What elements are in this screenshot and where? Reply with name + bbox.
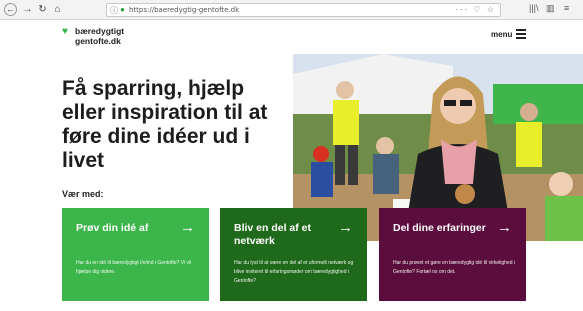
section-label: Vær med: xyxy=(62,189,104,199)
logo-line-2: gentofte.dk xyxy=(75,36,121,46)
card-try-idea[interactable]: Prøv din idé af → Har du en idé til bære… xyxy=(62,208,209,301)
card-text: Har du lyst til at være en del af et ufo… xyxy=(234,260,354,284)
page: ♥ bæredygtigt gentofte.dk menu Få sparri… xyxy=(0,21,583,311)
library-icon[interactable]: |||\ xyxy=(529,3,539,13)
card-text: Har du en idé til bæredygtigt i/e/ind i … xyxy=(76,260,192,275)
site-logo[interactable]: bæredygtigt gentofte.dk xyxy=(75,26,124,46)
reload-icon[interactable]: ↻ xyxy=(36,3,49,16)
sidebar-icon[interactable]: ▥ xyxy=(546,3,555,14)
arrow-right-icon[interactable]: → xyxy=(180,220,195,235)
url-text[interactable]: https://baeredygtig-gentofte.dk xyxy=(129,6,239,14)
browser-menu-icon[interactable]: ≡ xyxy=(564,3,569,13)
arrow-right-icon[interactable]: → xyxy=(338,220,353,235)
hero-headline: Få sparring, hjælp eller inspiration til… xyxy=(62,77,268,172)
browser-toolbar: ← → ↻ ⌂ ⓘ ● https://baeredygtig-gentofte… xyxy=(0,0,583,20)
page-actions[interactable]: ··· ♡ ☆ xyxy=(455,5,496,14)
home-icon[interactable]: ⌂ xyxy=(51,3,64,16)
lock-icon: ● xyxy=(120,5,125,14)
card-join-network[interactable]: Bliv en del af et netværk → Har du lyst … xyxy=(220,208,367,301)
card-title: Del dine erfaringer xyxy=(393,222,486,234)
card-text: Har du prøvet et gøre en bæredygtig idé … xyxy=(393,260,516,275)
menu-button-label[interactable]: menu xyxy=(491,30,512,39)
card-title: Prøv din idé af xyxy=(76,222,149,234)
heart-logo-icon[interactable]: ♥ xyxy=(62,27,71,37)
logo-line-1: bæredygtigt xyxy=(75,26,125,36)
info-icon[interactable]: ⓘ xyxy=(110,5,118,16)
back-icon[interactable]: ← xyxy=(4,3,17,16)
arrow-right-icon[interactable]: → xyxy=(497,220,512,235)
forward-icon[interactable]: → xyxy=(21,3,34,16)
hamburger-icon[interactable] xyxy=(516,29,526,39)
card-title: Bliv en del af et netværk xyxy=(234,222,312,247)
card-share-experience[interactable]: Del dine erfaringer → Har du prøvet et g… xyxy=(379,208,526,301)
address-bar[interactable]: ⓘ ● https://baeredygtig-gentofte.dk ··· … xyxy=(106,3,501,17)
